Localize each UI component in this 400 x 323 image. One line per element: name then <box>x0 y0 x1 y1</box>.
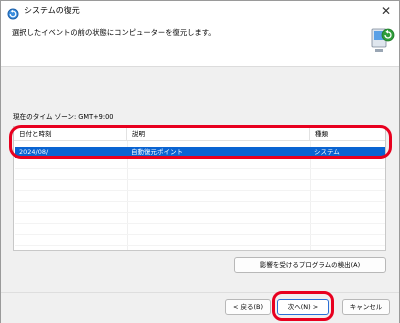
cancel-button[interactable]: キャンセル <box>342 299 390 315</box>
title-bar: システムの復元 ✕ <box>1 1 399 21</box>
system-restore-icon <box>7 5 19 20</box>
close-icon: ✕ <box>380 4 392 18</box>
computer-restore-icon <box>369 25 395 57</box>
wizard-header: 選択したイベントの前の状態にコンピューターを復元します。 <box>1 21 399 67</box>
close-button[interactable]: ✕ <box>377 2 395 20</box>
empty-row <box>15 213 385 224</box>
empty-row <box>15 235 385 246</box>
back-button[interactable]: < 戻る(B) <box>225 299 271 315</box>
annotation-highlight-list <box>9 125 392 159</box>
empty-row <box>15 191 385 202</box>
empty-row <box>15 202 385 213</box>
system-restore-window: システムの復元 ✕ 選択したイベントの前の状態にコンピューターを復元します。 現… <box>0 0 400 323</box>
annotation-highlight-next <box>272 291 334 321</box>
window-title: システムの復元 <box>24 6 80 15</box>
wizard-footer <box>1 292 399 323</box>
timezone-label: 現在のタイム ゾーン: GMT+9:00 <box>13 113 114 121</box>
instruction-text: 選択したイベントの前の状態にコンピューターを復元します。 <box>12 28 216 37</box>
scan-affected-programs-button[interactable]: 影響を受けるプログラムの検出(A) <box>234 257 386 273</box>
empty-row <box>15 224 385 235</box>
empty-row <box>15 158 385 169</box>
empty-row <box>15 180 385 191</box>
empty-row <box>15 169 385 180</box>
